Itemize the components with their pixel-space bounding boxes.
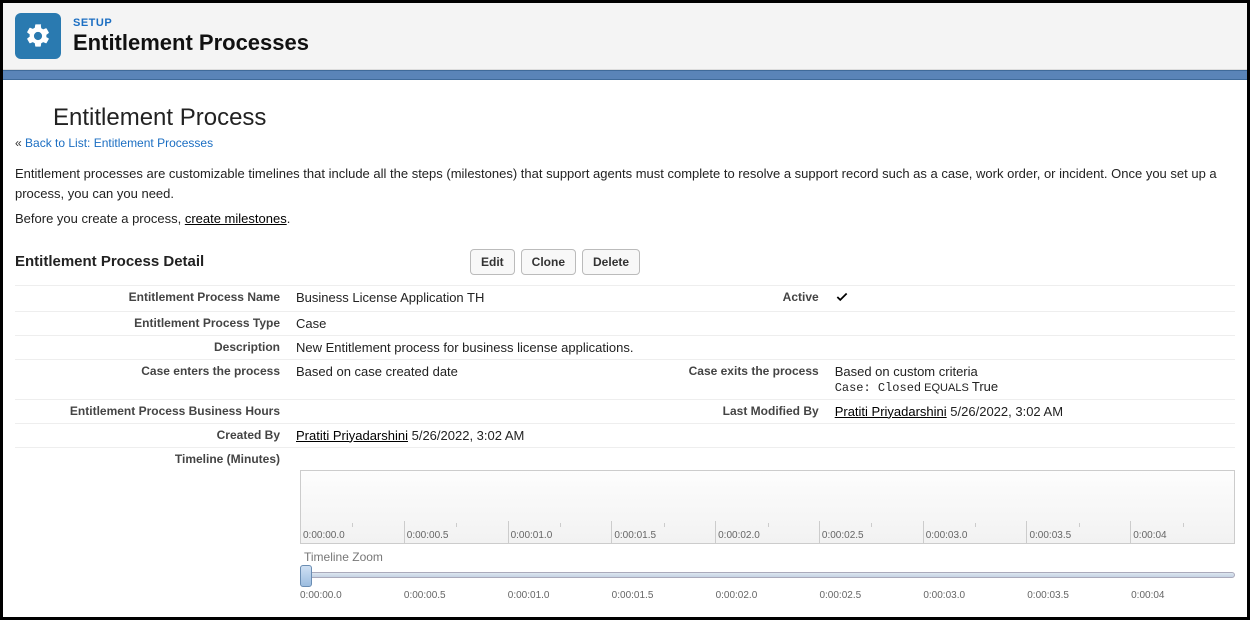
lastmod-user-link[interactable]: Pratiti Priyadarshini (835, 404, 947, 419)
back-line: « Back to List: Entitlement Processes (15, 136, 1235, 150)
edit-button[interactable]: Edit (470, 249, 515, 275)
enters-label: Case enters the process (15, 359, 290, 399)
timeline-tick: 0:00:02.0 (715, 521, 819, 543)
exits-equals: EQUALS (921, 382, 972, 394)
exits-value: Based on custom criteria Case: Closed EQ… (829, 359, 1235, 399)
lastmod-label: Last Modified By (629, 399, 829, 423)
slider-thumb[interactable] (300, 565, 312, 587)
zoom-tick: 0:00:00.5 (404, 590, 508, 601)
timeline-tick: 0:00:00.0 (301, 521, 404, 543)
exits-line2: Case: Closed EQUALS True (835, 379, 1229, 395)
timeline-ticks: 0:00:00.00:00:00.50:00:01.00:00:01.50:00… (301, 521, 1234, 543)
enters-value: Based on case created date (290, 359, 629, 399)
timeline-tick: 0:00:01.0 (508, 521, 612, 543)
setup-label: SETUP (73, 17, 309, 29)
exits-line1: Based on custom criteria (835, 364, 1229, 379)
action-buttons: Edit Clone Delete (470, 249, 640, 275)
zoom-slider[interactable] (300, 566, 1235, 586)
section-header: Entitlement Process Detail (15, 253, 470, 270)
name-value: Business License Application TH (290, 285, 629, 311)
zoom-tick: 0:00:01.5 (612, 590, 716, 601)
timeline[interactable]: 0:00:00.00:00:00.50:00:01.00:00:01.50:00… (300, 470, 1235, 544)
create-milestones-link[interactable]: create milestones (185, 211, 287, 226)
exits-label: Case exits the process (629, 359, 829, 399)
timeline-wrap: 0:00:00.00:00:00.50:00:01.00:00:01.50:00… (300, 470, 1235, 601)
gear-icon-tile (15, 13, 61, 59)
exits-true: True (972, 379, 998, 394)
intro-text: Entitlement processes are customizable t… (15, 164, 1235, 203)
name-label: Entitlement Process Name (15, 285, 290, 311)
delete-button[interactable]: Delete (582, 249, 640, 275)
lastmod-value: Pratiti Priyadarshini 5/26/2022, 3:02 AM (829, 399, 1235, 423)
page-title: Entitlement Process (53, 104, 1235, 132)
createdby-user-link[interactable]: Pratiti Priyadarshini (296, 428, 408, 443)
detail-table: Entitlement Process Name Business Licens… (15, 285, 1235, 470)
timeline-tick: 0:00:03.5 (1026, 521, 1130, 543)
type-value: Case (290, 311, 1235, 335)
zoom-tick: 0:00:00.0 (300, 590, 404, 601)
setup-title: Entitlement Processes (73, 30, 309, 56)
description-label: Description (15, 335, 290, 359)
back-prefix: « (15, 136, 25, 150)
slider-track (300, 572, 1235, 578)
decorative-band (3, 70, 1247, 80)
timeline-tick: 0:00:03.0 (923, 521, 1027, 543)
setup-header: SETUP Entitlement Processes (3, 3, 1247, 70)
zoom-tick: 0:00:02.0 (716, 590, 820, 601)
timeline-label: Timeline (Minutes) (15, 447, 290, 470)
lastmod-ts: 5/26/2022, 3:02 AM (947, 404, 1063, 419)
clone-button[interactable]: Clone (521, 249, 576, 275)
timeline-tick: 0:00:01.5 (611, 521, 715, 543)
before-text-line: Before you create a process, create mile… (15, 209, 1235, 229)
createdby-ts: 5/26/2022, 3:02 AM (408, 428, 524, 443)
exits-mono: Case: Closed (835, 381, 921, 395)
zoom-tick: 0:00:03.5 (1027, 590, 1131, 601)
bh-label: Entitlement Process Business Hours (15, 399, 290, 423)
setup-header-text: SETUP Entitlement Processes (73, 17, 309, 56)
zoom-label: Timeline Zoom (304, 550, 1235, 564)
active-label: Active (629, 285, 829, 311)
bh-value (290, 399, 629, 423)
period: . (287, 211, 291, 226)
gear-icon (24, 22, 52, 50)
timeline-tick: 0:00:02.5 (819, 521, 923, 543)
back-to-list-link[interactable]: Back to List: Entitlement Processes (25, 136, 213, 150)
check-icon (835, 290, 849, 304)
createdby-value: Pratiti Priyadarshini 5/26/2022, 3:02 AM (290, 423, 1235, 447)
description-value: New Entitlement process for business lic… (290, 335, 1235, 359)
createdby-label: Created By (15, 423, 290, 447)
active-value (829, 285, 1235, 311)
type-label: Entitlement Process Type (15, 311, 290, 335)
zoom-ticks: 0:00:00.00:00:00.50:00:01.00:00:01.50:00… (300, 590, 1235, 601)
before-text: Before you create a process, (15, 211, 185, 226)
zoom-tick: 0:00:02.5 (819, 590, 923, 601)
zoom-tick: 0:00:03.0 (923, 590, 1027, 601)
zoom-tick: 0:00:04 (1131, 590, 1235, 601)
section-header-row: Entitlement Process Detail Edit Clone De… (15, 249, 1235, 281)
zoom-tick: 0:00:01.0 (508, 590, 612, 601)
timeline-tick: 0:00:00.5 (404, 521, 508, 543)
timeline-tick: 0:00:04 (1130, 521, 1234, 543)
